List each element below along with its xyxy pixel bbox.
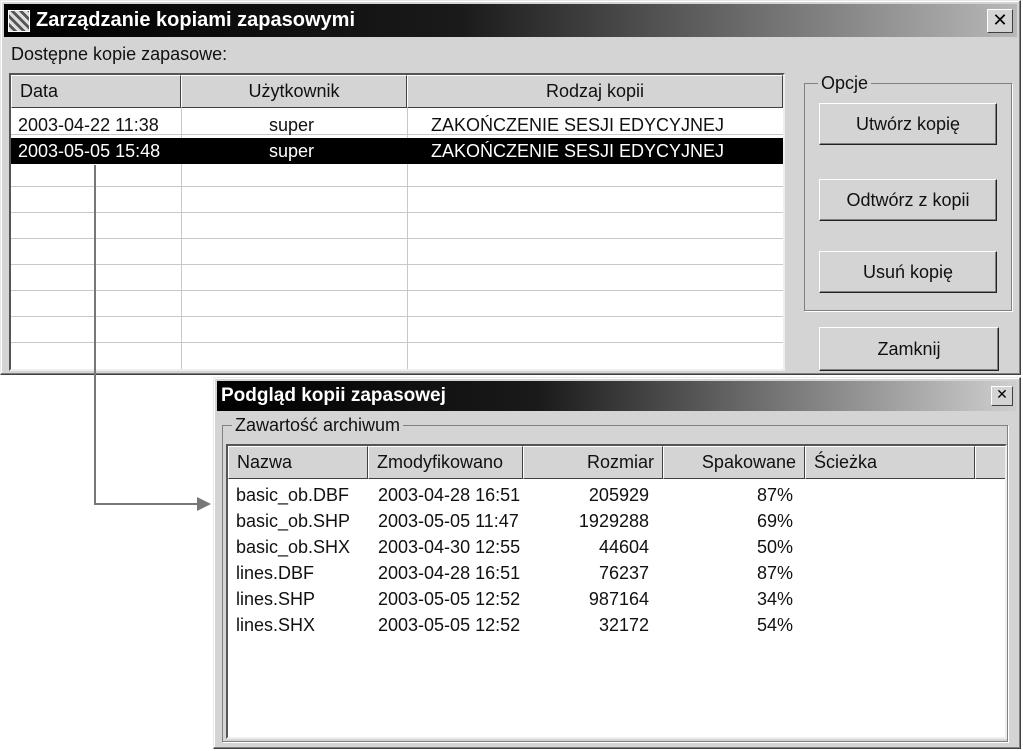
delete-backup-button[interactable]: Usuń kopię (819, 251, 997, 293)
options-group-legend: Opcje (818, 73, 872, 94)
backup-manager-window: Zarządzanie kopiami zapasowymi ✕ Dostępn… (0, 0, 1021, 375)
column-header-modified[interactable]: Zmodyfikowano (368, 446, 523, 479)
grid-line (11, 212, 783, 213)
archive-file-row[interactable]: lines.DBF 2003-04-28 16:51 76237 87% (228, 560, 1005, 586)
backup-date: 2003-05-05 15:48 (18, 141, 161, 161)
archive-file-row[interactable]: lines.SHP 2003-05-05 12:52 987164 34% (228, 586, 1005, 612)
file-modified: 2003-04-30 12:55 (378, 537, 521, 557)
archive-contents-legend: Zawartość archiwum (232, 415, 404, 436)
preview-window-title: Podgląd kopii zapasowej (221, 385, 446, 406)
column-header-size[interactable]: Rozmiar (523, 446, 663, 479)
backup-user: super (269, 141, 315, 161)
close-button[interactable]: Zamknij (819, 327, 999, 371)
file-packed: 87% (756, 563, 793, 583)
grid-line (11, 264, 783, 265)
backups-list[interactable]: Data Użytkownik Rodzaj kopii 2003-04-22 … (9, 73, 785, 371)
file-size: 205929 (588, 485, 649, 505)
grid-line (11, 238, 783, 239)
file-size: 76237 (598, 563, 649, 583)
archive-file-list[interactable]: Nazwa Zmodyfikowano Rozmiar Spakowane Śc… (226, 444, 1007, 739)
file-size: 987164 (588, 589, 649, 609)
connector-vertical-line (94, 165, 96, 505)
grid-line (11, 316, 783, 317)
file-name: lines.SHP (236, 589, 316, 609)
column-header-backup-type[interactable]: Rodzaj kopii (407, 75, 783, 108)
grid-line (11, 290, 783, 291)
file-size: 1929288 (578, 511, 649, 531)
backup-type: ZAKOŃCZENIE SESJI EDYCYJNEJ (431, 115, 725, 135)
restore-backup-button[interactable]: Odtwórz z kopii (819, 179, 997, 221)
backup-type: ZAKOŃCZENIE SESJI EDYCYJNEJ (431, 141, 725, 161)
file-packed: 69% (756, 511, 793, 531)
create-backup-button[interactable]: Utwórz kopię (819, 103, 997, 145)
available-backups-label: Dostępne kopie zapasowe: (11, 44, 228, 64)
window-title: Zarządzanie kopiami zapasowymi (36, 9, 355, 31)
archive-file-row[interactable]: basic_ob.DBF 2003-04-28 16:51 205929 87% (228, 482, 1005, 508)
file-packed: 34% (756, 589, 793, 609)
backup-preview-titlebar[interactable]: Podgląd kopii zapasowej ✕ (217, 381, 1017, 411)
file-packed: 87% (756, 485, 793, 505)
column-header-date[interactable]: Data (11, 75, 181, 108)
backup-app-icon (8, 10, 30, 32)
backup-manager-titlebar[interactable]: Zarządzanie kopiami zapasowymi ✕ (4, 4, 1017, 37)
backup-user: super (269, 115, 315, 135)
file-modified: 2003-04-28 16:51 (378, 485, 521, 505)
file-name: basic_ob.SHX (236, 537, 351, 557)
archive-file-row[interactable]: lines.SHX 2003-05-05 12:52 32172 54% (228, 612, 1005, 638)
column-header-filler (975, 446, 1005, 479)
connector-horizontal-line (94, 503, 198, 505)
connector-arrowhead (197, 497, 211, 511)
file-name: lines.SHX (236, 615, 316, 635)
column-header-user[interactable]: Użytkownik (181, 75, 407, 108)
close-icon[interactable]: ✕ (991, 386, 1013, 406)
close-icon[interactable]: ✕ (987, 9, 1013, 33)
column-header-path[interactable]: Ścieżka (805, 446, 975, 479)
file-name: basic_ob.DBF (236, 485, 350, 505)
backup-row[interactable]: 2003-04-22 11:38 super ZAKOŃCZENIE SESJI… (11, 112, 783, 138)
file-modified: 2003-04-28 16:51 (378, 563, 521, 583)
archive-file-row[interactable]: basic_ob.SHX 2003-04-30 12:55 44604 50% (228, 534, 1005, 560)
file-modified: 2003-05-05 11:47 (378, 511, 519, 531)
column-header-name[interactable]: Nazwa (228, 446, 368, 479)
file-name: lines.DBF (236, 563, 315, 583)
grid-line (11, 342, 783, 343)
file-size: 32172 (598, 615, 649, 635)
archive-file-row[interactable]: basic_ob.SHP 2003-05-05 11:47 1929288 69… (228, 508, 1005, 534)
backup-preview-window: Podgląd kopii zapasowej ✕ Zawartość arch… (213, 377, 1021, 749)
backup-row-selected[interactable]: 2003-05-05 15:48 super ZAKOŃCZENIE SESJI… (11, 138, 783, 164)
file-modified: 2003-05-05 12:52 (378, 615, 521, 635)
file-modified: 2003-05-05 12:52 (378, 589, 521, 609)
file-packed: 54% (756, 615, 793, 635)
file-name: basic_ob.SHP (236, 511, 351, 531)
column-header-packed[interactable]: Spakowane (663, 446, 805, 479)
file-packed: 50% (756, 537, 793, 557)
grid-line (11, 186, 783, 187)
file-size: 44604 (598, 537, 649, 557)
backup-date: 2003-04-22 11:38 (18, 115, 159, 135)
